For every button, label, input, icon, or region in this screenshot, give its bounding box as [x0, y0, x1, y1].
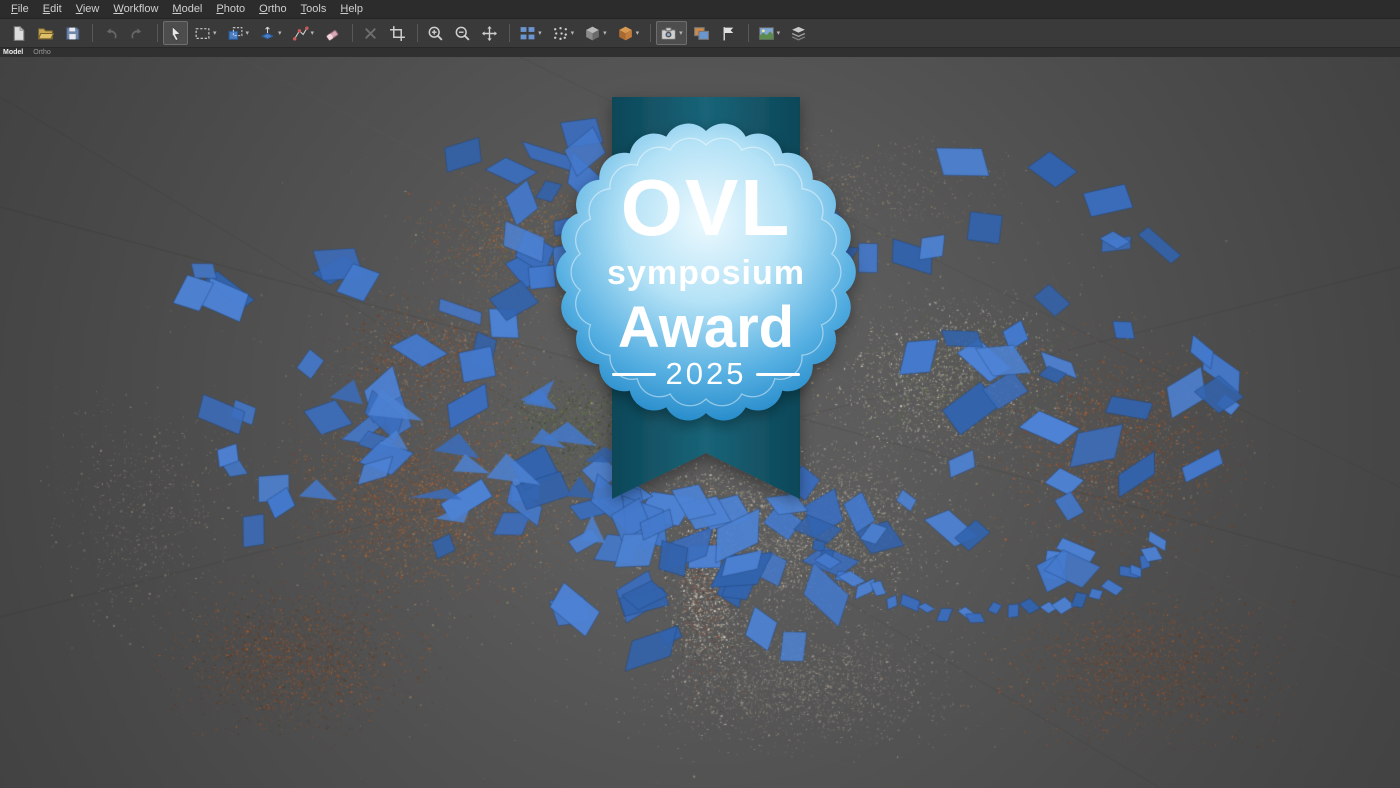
menu-file[interactable]: File: [4, 1, 36, 17]
zoom-out-button[interactable]: [450, 21, 475, 45]
capture-view-button[interactable]: ▾: [656, 21, 687, 45]
dem-view-button[interactable]: [786, 21, 811, 45]
menu-bar: File Edit View Workflow Model Photo Ortho Tools…: [0, 0, 1400, 19]
dropdown-caret-icon[interactable]: ▾: [538, 30, 542, 37]
toolbar-separator: [352, 24, 354, 42]
measure-tool-button[interactable]: ▾: [288, 21, 319, 45]
point-cloud-canvas[interactable]: [0, 57, 1400, 788]
menu-view[interactable]: View: [69, 1, 107, 17]
open-folder-button[interactable]: [33, 21, 58, 45]
menu-ortho[interactable]: Ortho: [252, 1, 294, 17]
toolbar-separator: [650, 24, 652, 42]
new-document-icon: [13, 25, 25, 41]
select-arrow-button[interactable]: [163, 21, 188, 45]
zoom-out-icon: [455, 26, 470, 41]
shaded-view-icon: [586, 26, 599, 40]
menu-model[interactable]: Model: [165, 1, 209, 17]
application-window: File Edit View Workflow Model Photo Ortho Tools…: [0, 0, 1400, 788]
delete-selection-icon: [365, 27, 377, 39]
move-region-button[interactable]: ▾: [255, 21, 286, 45]
view-tabs: Model Ortho: [0, 48, 1400, 57]
point-cloud-view-icon: [553, 26, 567, 40]
dropdown-caret-icon[interactable]: ▾: [246, 30, 250, 37]
delete-selection-button: [358, 21, 383, 45]
show-photos-button[interactable]: [689, 21, 714, 45]
toolbar: ▾ ▾ ▾ ▾ ▾ ▾ ▾ ▾ ▾ ▾: [0, 19, 1400, 48]
menu-photo[interactable]: Photo: [209, 1, 252, 17]
dropdown-caret-icon[interactable]: ▾: [311, 30, 315, 37]
orthomosaic-view-icon: [758, 26, 774, 40]
undo-button: [98, 21, 123, 45]
crop-selection-icon: [390, 25, 405, 41]
select-arrow-icon: [171, 25, 182, 41]
dropdown-caret-icon[interactable]: ▾: [777, 30, 781, 37]
toolbar-separator: [157, 24, 158, 42]
model-viewport[interactable]: OVL symposium Award 2025: [0, 57, 1400, 788]
point-cloud-view-button[interactable]: ▾: [548, 21, 579, 45]
open-folder-icon: [37, 27, 54, 39]
dropdown-caret-icon[interactable]: ▾: [213, 30, 217, 37]
dropdown-caret-icon[interactable]: ▾: [679, 30, 683, 37]
tab-ortho[interactable]: Ortho: [33, 48, 51, 57]
capture-view-icon: [661, 26, 677, 40]
toolbar-separator: [509, 24, 511, 42]
textured-view-icon: [618, 26, 632, 40]
menu-workflow[interactable]: Workflow: [106, 1, 165, 17]
shaded-view-button[interactable]: ▾: [580, 21, 611, 45]
zoom-in-button[interactable]: [423, 21, 448, 45]
move-region-icon: [261, 26, 275, 39]
flag-marker-button[interactable]: [716, 21, 741, 45]
new-document-button[interactable]: [6, 21, 31, 45]
crop-selection-button[interactable]: [385, 21, 410, 45]
eraser-tool-button[interactable]: [320, 21, 345, 45]
rectangle-selection-button[interactable]: ▾: [190, 21, 221, 45]
eraser-tool-icon: [326, 29, 339, 41]
menu-help[interactable]: Help: [333, 1, 370, 17]
redo-icon: [131, 27, 142, 39]
zoom-in-icon: [428, 26, 443, 41]
dem-view-icon: [792, 26, 806, 40]
measure-tool-icon: [292, 25, 309, 41]
navigation-mode-button[interactable]: [477, 21, 502, 45]
orthomosaic-view-button[interactable]: ▾: [754, 21, 785, 45]
resize-region-icon: [228, 26, 242, 40]
redo-button: [125, 21, 150, 45]
tab-model[interactable]: Model: [3, 48, 23, 57]
show-cameras-button[interactable]: ▾: [515, 21, 546, 45]
dropdown-caret-icon[interactable]: ▾: [278, 30, 282, 37]
textured-view-button[interactable]: ▾: [613, 21, 644, 45]
undo-icon: [106, 27, 117, 39]
show-photos-icon: [693, 26, 709, 40]
save-button[interactable]: [60, 21, 85, 45]
navigation-mode-icon: [482, 25, 497, 41]
menu-edit[interactable]: Edit: [36, 1, 69, 17]
dropdown-caret-icon[interactable]: ▾: [571, 30, 575, 37]
dropdown-caret-icon[interactable]: ▾: [603, 30, 607, 37]
flag-marker-icon: [723, 26, 733, 40]
save-icon: [66, 26, 80, 40]
toolbar-separator: [417, 24, 419, 42]
toolbar-separator: [747, 24, 749, 42]
dropdown-caret-icon[interactable]: ▾: [636, 30, 640, 37]
resize-region-button[interactable]: ▾: [223, 21, 254, 45]
rectangle-selection-icon: [195, 27, 210, 39]
toolbar-separator: [92, 24, 93, 42]
show-cameras-icon: [520, 26, 535, 39]
menu-tools[interactable]: Tools: [294, 1, 334, 17]
